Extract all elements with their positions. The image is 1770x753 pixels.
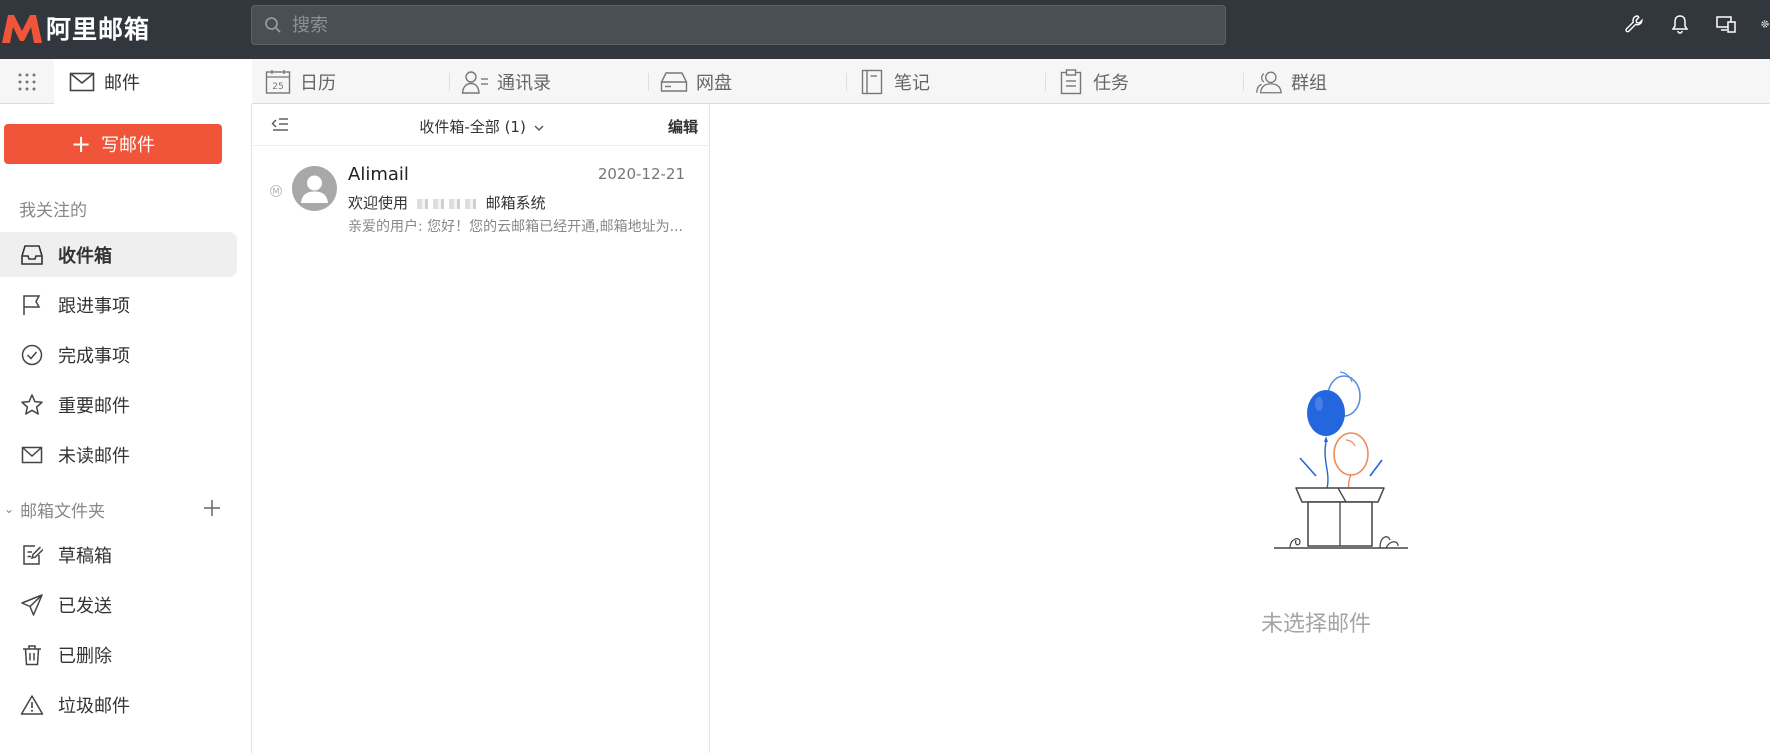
sidebar-item-label: 未读邮件 <box>58 445 130 467</box>
flag-icon <box>20 293 44 317</box>
sidebar-item-label: 已删除 <box>58 645 112 667</box>
sidebar-item-sent[interactable]: 已发送 <box>0 582 237 627</box>
warning-icon <box>20 693 44 717</box>
search-icon <box>265 17 281 33</box>
avatar <box>292 166 337 211</box>
compose-button[interactable]: + 写邮件 <box>4 124 222 164</box>
wrench-icon[interactable] <box>1622 12 1646 36</box>
group-icon <box>1255 68 1283 96</box>
tab-separator <box>846 73 847 91</box>
logo-m-icon <box>2 15 42 43</box>
app-logo[interactable]: 阿里邮箱 <box>0 8 150 48</box>
module-bar: 邮件 25 日历 通讯录 网盘 笔记 任务 群组 <box>0 59 1770 104</box>
app-grid-button[interactable] <box>0 59 54 104</box>
mail-subject-suffix: 邮箱系统 <box>485 194 546 212</box>
contacts-icon <box>461 68 489 96</box>
sidebar-item-inbox[interactable]: 收件箱 <box>0 232 237 277</box>
favorites-heading: 我关注的 <box>19 201 87 221</box>
sidebar-item-spam[interactable]: 垃圾邮件 <box>0 682 237 727</box>
reading-pane: 未选择邮件 <box>711 104 1770 753</box>
empty-box-balloons-icon <box>1274 371 1408 549</box>
tab-separator <box>1243 73 1244 91</box>
check-circle-icon <box>20 343 44 367</box>
settings-icon[interactable] <box>1760 12 1770 36</box>
send-icon <box>20 593 44 617</box>
envelope-icon <box>20 443 44 467</box>
tab-separator <box>1045 73 1046 91</box>
folder-title-label: 收件箱-全部 (1) <box>419 118 526 136</box>
edit-button[interactable]: 编辑 <box>668 116 698 137</box>
clipboard-icon <box>1057 68 1085 96</box>
calendar-day-badge: 25 <box>272 82 283 92</box>
tab-tasks[interactable]: 任务 <box>1057 59 1129 104</box>
tab-mail[interactable]: 邮件 <box>54 59 252 104</box>
tab-contacts-label: 通讯录 <box>497 72 551 94</box>
mail-list-header: 收件箱-全部 (1) 编辑 <box>253 104 710 146</box>
bell-icon[interactable] <box>1668 12 1692 36</box>
tab-groups-label: 群组 <box>1291 72 1327 94</box>
folders-heading[interactable]: ⌄ 邮箱文件夹 <box>0 491 237 527</box>
tab-calendar-label: 日历 <box>300 72 336 94</box>
plus-icon: + <box>70 130 92 158</box>
tab-tasks-label: 任务 <box>1093 72 1129 94</box>
chevron-down-icon <box>534 125 544 131</box>
mail-preview: 亲爱的用户: 您好！您的云邮箱已经开通,邮箱地址为... <box>348 219 683 235</box>
sidebar-item-label: 草稿箱 <box>58 545 112 567</box>
empty-state-label: 未选择邮件 <box>1261 612 1372 637</box>
mail-sender: Alimail <box>348 164 409 185</box>
tab-mail-label: 邮件 <box>104 72 140 94</box>
tab-drive[interactable]: 网盘 <box>660 59 732 104</box>
folder-filter-dropdown[interactable]: 收件箱-全部 (1) <box>253 116 710 137</box>
sidebar-item-label: 重要邮件 <box>58 395 130 417</box>
mail-list-item[interactable]: M Alimail 2020-12-21 欢迎使用 邮箱系统 亲爱的用户: 您好… <box>253 154 710 235</box>
tab-groups[interactable]: 群组 <box>1255 59 1327 104</box>
plus-icon <box>204 500 220 516</box>
tab-drive-label: 网盘 <box>696 72 732 94</box>
draft-icon <box>20 543 44 567</box>
mail-list: 收件箱-全部 (1) 编辑 M Alimail 2020-12-21 欢迎使用 … <box>253 104 710 753</box>
mail-date: 2020-12-21 <box>597 165 685 183</box>
user-icon <box>301 175 328 203</box>
sidebar-item-label: 垃圾邮件 <box>58 695 130 717</box>
search-box[interactable] <box>251 5 1226 45</box>
sidebar: + 写邮件 我关注的 收件箱 跟进事项 完成事项 重要邮件 未读邮件 ⌄ 邮箱文… <box>0 104 252 753</box>
sidebar-item-unread[interactable]: 未读邮件 <box>0 432 237 477</box>
sidebar-item-label: 跟进事项 <box>58 295 130 317</box>
logo-text: 阿里邮箱 <box>46 15 151 44</box>
sidebar-item-followup[interactable]: 跟进事项 <box>0 282 237 327</box>
sidebar-item-trash[interactable]: 已删除 <box>0 632 237 677</box>
drive-icon <box>660 68 688 96</box>
add-folder-button[interactable] <box>199 495 225 521</box>
mail-subject: 欢迎使用 邮箱系统 <box>348 192 546 213</box>
devices-icon[interactable] <box>1714 12 1738 36</box>
calendar-icon: 25 <box>264 68 292 96</box>
sidebar-item-done[interactable]: 完成事项 <box>0 332 237 377</box>
grid-icon <box>18 73 36 90</box>
notebook-icon <box>858 68 886 96</box>
inbox-icon <box>20 243 44 267</box>
redacted-text <box>416 198 477 209</box>
top-bar: 阿里邮箱 <box>0 0 1770 59</box>
tab-notes-label: 笔记 <box>894 72 930 94</box>
tab-calendar[interactable]: 25 日历 <box>264 59 336 104</box>
tab-separator <box>648 73 649 91</box>
top-icons <box>1622 12 1770 36</box>
search-input[interactable] <box>292 14 1172 36</box>
sidebar-item-label: 收件箱 <box>58 245 112 267</box>
sidebar-item-label: 已发送 <box>58 595 112 617</box>
sidebar-item-label: 完成事项 <box>58 345 130 367</box>
envelope-icon <box>68 68 96 96</box>
mail-subject-prefix: 欢迎使用 <box>348 194 409 212</box>
tab-separator <box>449 73 450 91</box>
tab-notes[interactable]: 笔记 <box>858 59 930 104</box>
tab-contacts[interactable]: 通讯录 <box>461 59 551 104</box>
unread-indicator-icon[interactable]: M <box>270 185 282 197</box>
sidebar-item-important[interactable]: 重要邮件 <box>0 382 237 427</box>
chevron-down-icon: ⌄ <box>4 502 15 516</box>
star-icon <box>20 393 44 417</box>
trash-icon <box>20 643 44 667</box>
sidebar-item-drafts[interactable]: 草稿箱 <box>0 532 237 577</box>
folders-heading-label: 邮箱文件夹 <box>20 501 106 522</box>
compose-label: 写邮件 <box>101 135 156 156</box>
